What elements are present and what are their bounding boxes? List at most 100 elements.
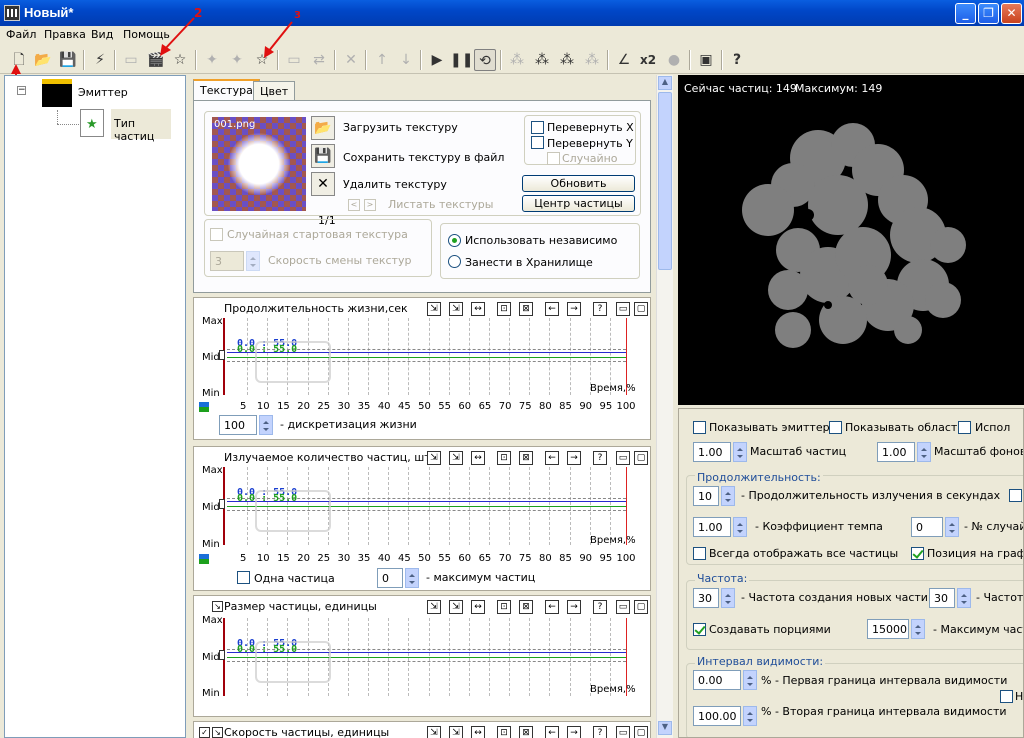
collapse-icon[interactable]: − — [17, 86, 26, 95]
create-portions-checkbox[interactable] — [693, 623, 706, 636]
collapse-graph-icon[interactable]: ↘ — [212, 727, 223, 738]
fit-icon[interactable]: ⊡ — [497, 600, 511, 614]
corner2-icon[interactable]: ⇲ — [449, 451, 463, 465]
circle-icon[interactable]: ● — [663, 49, 685, 71]
arrow-left-icon[interactable]: ← — [545, 726, 559, 738]
use-checkbox[interactable] — [958, 421, 971, 434]
corner-icon[interactable]: ⇲ — [427, 600, 441, 614]
load-texture-icon[interactable]: 📂 — [311, 116, 335, 140]
arrow-right-icon[interactable]: → — [567, 302, 581, 316]
help-icon[interactable]: ? — [593, 451, 607, 465]
fit-icon[interactable]: ⊡ — [497, 726, 511, 738]
graph-handle[interactable] — [219, 350, 225, 360]
maximize-icon[interactable]: ▢ — [634, 600, 648, 614]
graph-handle[interactable] — [219, 650, 225, 660]
maximize-icon[interactable]: ▢ — [634, 302, 648, 316]
corner-icon[interactable]: ⇲ — [427, 726, 441, 738]
emission-graph-plot[interactable]: 0.0 : 55.0 0.0 : 55.0 — [219, 467, 630, 545]
show-area-checkbox[interactable] — [829, 421, 842, 434]
arrow-up-icon[interactable]: ↑ — [371, 49, 393, 71]
image-icon[interactable]: ▣ — [695, 49, 717, 71]
fit-icon[interactable]: ⊡ — [497, 451, 511, 465]
panel-scrollbar[interactable]: ▲ ▼ — [656, 75, 673, 738]
tab-color[interactable]: Цвет — [253, 81, 296, 101]
lifetime-graph-plot[interactable]: 0.0 : 55.0 0.0 : 55.0 — [219, 318, 630, 395]
arrow-left-icon[interactable]: ← — [545, 451, 559, 465]
scroll-thumb[interactable] — [658, 92, 672, 270]
corner-icon[interactable]: ⇲ — [427, 302, 441, 316]
always-show-checkbox[interactable] — [693, 547, 706, 560]
help-icon[interactable]: ? — [726, 49, 748, 71]
arrow-left-icon[interactable]: ← — [545, 600, 559, 614]
load-texture-label[interactable]: Загрузить текстуру — [343, 121, 458, 134]
fit2-icon[interactable]: ⊠ — [519, 600, 533, 614]
arrow-right-icon[interactable]: → — [567, 726, 581, 738]
tree-emitter[interactable]: Эмиттер — [78, 86, 128, 99]
help-icon[interactable]: ? — [593, 302, 607, 316]
flip-x-checkbox[interactable] — [531, 121, 544, 134]
fit2-icon[interactable]: ⊠ — [519, 302, 533, 316]
scroll-down-icon[interactable]: ▼ — [658, 721, 672, 735]
arrow-left-icon[interactable]: ← — [545, 302, 559, 316]
expand-h-icon[interactable]: ↔ — [471, 302, 485, 316]
save-texture-label[interactable]: Сохранить текстуру в файл — [343, 151, 504, 164]
arrow-down-icon[interactable]: ↓ — [395, 49, 417, 71]
position-graph-checkbox[interactable] — [911, 547, 924, 560]
nodes4-icon[interactable]: ⁂ — [581, 49, 603, 71]
fit2-icon[interactable]: ⊠ — [519, 726, 533, 738]
graph-handle[interactable] — [219, 499, 225, 509]
use-independent-radio[interactable] — [448, 234, 461, 247]
pause-icon[interactable]: ❚❚ — [450, 49, 473, 71]
window-icon[interactable]: ▭ — [616, 600, 630, 614]
update-textures-button[interactable]: Обновить текстуры — [522, 175, 635, 205]
delete-texture-label[interactable]: Удалить текстуру — [343, 178, 447, 191]
corner-icon[interactable]: ⇲ — [427, 451, 441, 465]
flip-y-checkbox[interactable] — [531, 136, 544, 149]
show-emitter-checkbox[interactable] — [693, 421, 706, 434]
one-particle-checkbox[interactable] — [237, 571, 250, 584]
play-icon[interactable]: ▶ — [426, 49, 448, 71]
window-icon[interactable]: ▭ — [616, 302, 630, 316]
close-button[interactable]: ✕ — [1001, 3, 1022, 24]
fit2-icon[interactable]: ⊠ — [519, 451, 533, 465]
collapse-graph-icon[interactable]: ↘ — [212, 601, 223, 612]
angle-icon[interactable]: ∠ — [613, 49, 635, 71]
scroll-up-icon[interactable]: ▲ — [658, 76, 672, 90]
loop-icon[interactable]: ⟲ — [474, 49, 496, 71]
corner2-icon[interactable]: ⇲ — [449, 302, 463, 316]
corner2-icon[interactable]: ⇲ — [449, 600, 463, 614]
expand-h-icon[interactable]: ↔ — [471, 726, 485, 738]
save-texture-icon[interactable]: 💾 — [311, 144, 335, 168]
visibility-extra-checkbox[interactable] — [1000, 690, 1013, 703]
tab-texture[interactable]: Текстура — [193, 79, 260, 101]
tree-particle-type[interactable]: Тип частиц — [111, 109, 171, 143]
maximize-icon[interactable]: ▢ — [634, 726, 648, 738]
random-checkbox[interactable] — [547, 152, 560, 165]
particle-center-button[interactable]: Центр частицы — [522, 195, 635, 212]
nodes-icon[interactable]: ⁂ — [506, 49, 528, 71]
window-icon[interactable]: ▭ — [616, 726, 630, 738]
corner2-icon[interactable]: ⇲ — [449, 726, 463, 738]
to-storage-radio[interactable] — [448, 255, 461, 268]
nodes2-icon[interactable]: ⁂ — [531, 49, 553, 71]
maximize-icon[interactable]: ▢ — [634, 451, 648, 465]
enable-graph-checkbox[interactable]: ✓ — [199, 727, 210, 738]
duration-extra-checkbox[interactable] — [1009, 489, 1022, 502]
fit-icon[interactable]: ⊡ — [497, 302, 511, 316]
help-icon[interactable]: ? — [593, 600, 607, 614]
delete-icon[interactable]: ✕ — [340, 49, 362, 71]
particle-preview[interactable]: Сейчас частиц: 149 Максимум: 149 — [678, 75, 1024, 405]
help-icon[interactable]: ? — [593, 726, 607, 738]
window-icon[interactable]: ▭ — [616, 451, 630, 465]
arrow-right-icon[interactable]: → — [567, 451, 581, 465]
nodes3-icon[interactable]: ⁂ — [556, 49, 578, 71]
arrow-right-icon[interactable]: → — [567, 600, 581, 614]
expand-h-icon[interactable]: ↔ — [471, 451, 485, 465]
delete-texture-icon[interactable]: ✕ — [311, 172, 335, 196]
next-texture-button[interactable]: > — [364, 199, 376, 211]
random-start-checkbox[interactable] — [210, 228, 223, 241]
expand-h-icon[interactable]: ↔ — [471, 600, 485, 614]
prev-texture-button[interactable]: < — [348, 199, 360, 211]
size-graph-plot[interactable]: 0.0 : 55.0 0.0 : 55.0 — [219, 618, 630, 696]
maximize-button[interactable]: ❐ — [978, 3, 999, 24]
